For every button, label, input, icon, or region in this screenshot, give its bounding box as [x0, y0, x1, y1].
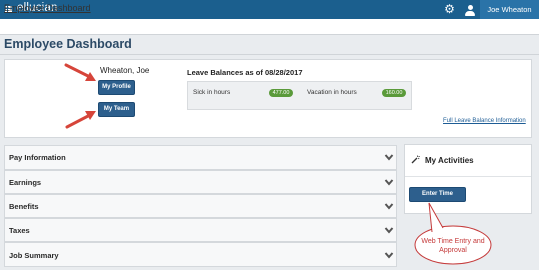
breadcrumb[interactable]: Employee Dashboard [4, 3, 91, 13]
title-divider [0, 54, 539, 55]
chevron-down-icon[interactable] [384, 201, 394, 211]
chevron-down-icon[interactable] [384, 177, 394, 187]
user-menu-button[interactable]: Joe Wheaton [480, 0, 539, 19]
vacation-hours-badge: 160.00 [382, 89, 406, 97]
chevron-down-icon[interactable] [384, 152, 394, 162]
user-icon[interactable] [464, 4, 476, 16]
section-earnings[interactable] [4, 170, 397, 194]
callout-text: Web Time Entry and Approval [421, 238, 485, 254]
section-taxes[interactable] [4, 218, 397, 242]
sick-hours-label: Sick in hours [193, 89, 231, 96]
page-title: Employee Dashboard [4, 37, 132, 51]
section-label: Earnings [9, 178, 42, 187]
magic-wand-icon [411, 155, 420, 164]
section-label: Benefits [9, 202, 39, 211]
chevron-down-icon[interactable] [384, 250, 394, 260]
vacation-hours-label: Vacation in hours [307, 89, 357, 96]
activities-divider [405, 176, 531, 177]
section-label: Taxes [9, 226, 30, 235]
breadcrumb-bar [0, 19, 539, 35]
my-profile-button[interactable]: My Profile [98, 80, 135, 95]
full-leave-balance-link[interactable]: Full Leave Balance Information [443, 118, 526, 124]
sick-hours-badge: 477.00 [269, 89, 293, 97]
callout-bubble [414, 202, 492, 265]
my-activities-title: My Activities [425, 156, 474, 165]
section-label: Job Summary [9, 251, 59, 260]
arrow-icon [64, 63, 96, 81]
section-job-summary[interactable] [4, 242, 397, 267]
chevron-down-icon[interactable] [384, 225, 394, 235]
leave-balances-title: Leave Balances as of 08/28/2017 [187, 68, 303, 77]
my-team-button[interactable]: My Team [98, 102, 135, 117]
section-label: Pay Information [9, 153, 66, 162]
employee-name: Wheaton, Joe [100, 66, 150, 75]
gear-icon[interactable]: ⚙ [442, 2, 457, 17]
arrow-icon [65, 111, 96, 129]
section-benefits[interactable] [4, 194, 397, 218]
